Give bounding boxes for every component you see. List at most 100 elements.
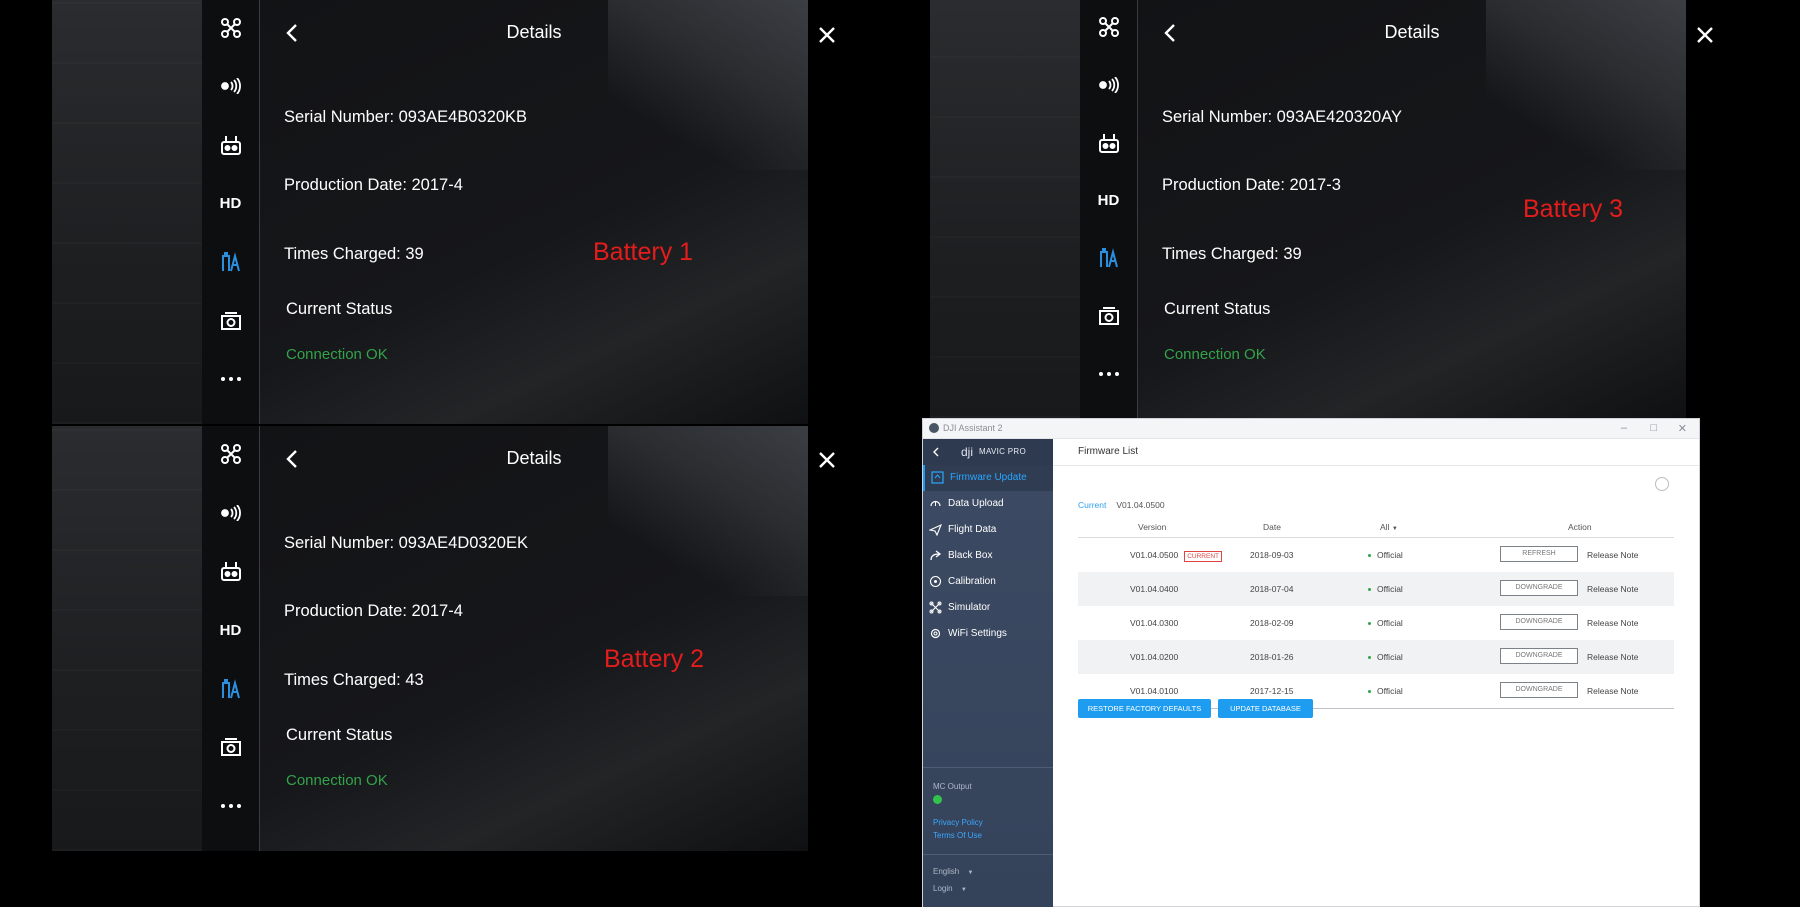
nav-label: WiFi Settings	[948, 628, 1007, 639]
table-row: V01.04.0200 2018-01-26 Official DOWNGRAD…	[1078, 640, 1674, 674]
details-header: Details	[1138, 18, 1686, 50]
row-type: Official	[1368, 550, 1403, 560]
nav-wifi-settings[interactable]: WiFi Settings	[923, 621, 1053, 647]
aircraft-icon[interactable]	[216, 14, 246, 42]
sidebar-language: English ▼ Login ▼	[923, 854, 1053, 905]
serial-number: Serial Number: 093AE4B0320KB	[284, 108, 528, 126]
restore-factory-defaults-button[interactable]: RESTORE FACTORY DEFAULTS	[1078, 699, 1211, 718]
update-database-button[interactable]: UPDATE DATABASE	[1218, 699, 1313, 718]
status-heading: Current Status	[286, 300, 393, 318]
filter-dropdown[interactable]: All ▼	[1380, 522, 1398, 532]
nav-flight-data[interactable]: Flight Data	[923, 517, 1053, 543]
serial-number: Serial Number: 093AE4D0320EK	[284, 534, 528, 552]
language-select[interactable]: English ▼	[933, 867, 1043, 876]
upload-icon	[930, 500, 941, 507]
nav-calibration[interactable]: Calibration	[923, 569, 1053, 595]
release-note-link[interactable]: Release Note	[1587, 652, 1639, 662]
row-date: 2018-09-03	[1250, 550, 1294, 560]
close-icon[interactable]	[816, 24, 838, 46]
release-note-link[interactable]: Release Note	[1587, 550, 1639, 560]
col-version: Version	[1138, 522, 1167, 532]
close-icon[interactable]	[1694, 24, 1716, 46]
dji-logo: dji	[961, 445, 974, 459]
release-note-link[interactable]: Release Note	[1587, 618, 1639, 628]
signal-icon[interactable]	[216, 73, 246, 101]
status-heading: Current Status	[286, 726, 393, 744]
row-type-label: Official	[1377, 686, 1403, 696]
remote-controller-icon[interactable]	[216, 131, 246, 159]
side-rail: HD	[202, 426, 259, 851]
maximize-icon[interactable]: □	[1650, 422, 1657, 434]
hd-icon[interactable]: HD	[1094, 187, 1124, 214]
chevron-down-icon: ▼	[967, 870, 974, 876]
battery-label: Battery 3	[1523, 195, 1624, 223]
settings-icon[interactable]	[1655, 477, 1669, 491]
camera-icon[interactable]	[216, 307, 246, 335]
row-date: 2018-01-26	[1250, 652, 1294, 662]
battery-icon[interactable]	[216, 248, 246, 276]
minimize-icon[interactable]: –	[1621, 422, 1627, 434]
release-note-link[interactable]: Release Note	[1587, 686, 1639, 696]
downgrade-button[interactable]: DOWNGRADE	[1500, 648, 1578, 664]
row-type: Official	[1368, 686, 1403, 696]
row-version: V01.04.0100	[1130, 686, 1179, 696]
signal-icon[interactable]	[216, 499, 246, 527]
more-icon[interactable]	[1094, 360, 1124, 387]
mc-output-label: MC Output	[933, 782, 972, 791]
row-version: V01.04.0200	[1130, 652, 1179, 662]
release-note-link[interactable]: Release Note	[1587, 584, 1639, 594]
row-date: 2018-07-04	[1250, 584, 1294, 594]
login-label: Login	[933, 884, 953, 893]
row-type: Official	[1368, 618, 1403, 628]
firmware-table: Version Date All ▼ Action V01.04.0500 CUR…	[1078, 514, 1674, 709]
login-select[interactable]: Login ▼	[933, 884, 1043, 893]
row-type-label: Official	[1377, 550, 1403, 560]
battery-icon[interactable]	[216, 675, 246, 703]
nav-label: Simulator	[948, 602, 991, 613]
close-window-icon[interactable]: ✕	[1678, 422, 1687, 435]
nav-simulator[interactable]: Simulator	[923, 595, 1053, 621]
camera-icon[interactable]	[216, 734, 246, 762]
page-title: Details	[506, 22, 562, 42]
more-icon[interactable]	[216, 365, 246, 393]
hd-icon[interactable]: HD	[216, 616, 246, 644]
refresh-button[interactable]: REFRESH	[1500, 546, 1578, 562]
close-icon[interactable]	[816, 449, 838, 471]
details-header: Details	[260, 18, 808, 50]
more-icon[interactable]	[216, 792, 246, 820]
aircraft-icon[interactable]	[216, 440, 246, 468]
camera-icon[interactable]	[1094, 303, 1124, 330]
chevron-down-icon: ▼	[1391, 526, 1398, 532]
nav-firmware-update[interactable]: Firmware Update	[923, 465, 1053, 491]
window-title: DJI Assistant 2	[943, 423, 1003, 433]
privacy-policy-link[interactable]: Privacy Policy	[933, 818, 1043, 827]
signal-icon[interactable]	[1094, 72, 1124, 99]
details-content: Details Serial Number: 093AE420320AY Pro…	[1138, 0, 1686, 418]
nav-black-box[interactable]: Black Box	[923, 543, 1053, 569]
downgrade-button[interactable]: DOWNGRADE	[1500, 682, 1578, 698]
terms-link[interactable]: Terms Of Use	[933, 831, 1043, 840]
downgrade-button[interactable]: DOWNGRADE	[1500, 580, 1578, 596]
title-divider	[1053, 465, 1699, 466]
row-version: V01.04.0500	[1130, 550, 1179, 560]
serial-number: Serial Number: 093AE420320AY	[1162, 108, 1403, 126]
back-icon[interactable]	[931, 447, 941, 457]
times-charged: Times Charged: 39	[1162, 245, 1302, 263]
production-date: Production Date: 2017-3	[1162, 176, 1341, 194]
status-ok-icon	[933, 795, 942, 804]
remote-controller-icon[interactable]	[216, 557, 246, 585]
language-value: English	[933, 867, 960, 876]
production-date: Production Date: 2017-4	[284, 176, 463, 194]
status-value: Connection OK	[1164, 346, 1266, 363]
current-version: Current V01.04.0500	[1078, 500, 1165, 510]
battery-icon[interactable]	[1094, 245, 1124, 272]
downgrade-button[interactable]: DOWNGRADE	[1500, 614, 1578, 630]
dji-assistant-window: DJI Assistant 2 – □ ✕ dji MAVIC PRO Firm…	[922, 418, 1700, 907]
remote-controller-icon[interactable]	[1094, 129, 1124, 156]
aircraft-icon[interactable]	[1094, 14, 1124, 41]
times-charged: Times Charged: 43	[284, 671, 424, 689]
row-type: Official	[1368, 584, 1403, 594]
hd-icon[interactable]: HD	[216, 190, 246, 218]
table-row: V01.04.0500 CURRENT 2018-09-03 Official R…	[1078, 538, 1674, 572]
nav-data-upload[interactable]: Data Upload	[923, 491, 1053, 517]
